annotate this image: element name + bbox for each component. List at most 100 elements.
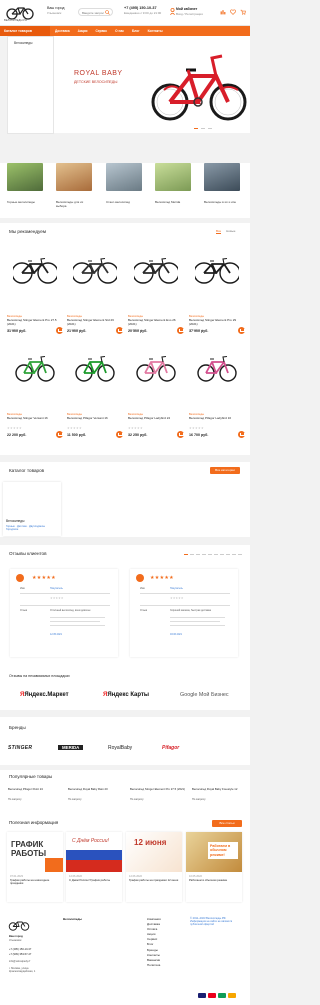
hero-dot-3[interactable] <box>208 128 212 129</box>
add-to-cart-button[interactable] <box>116 431 123 438</box>
footer-city[interactable]: Ульяновск <box>9 939 21 942</box>
product-name[interactable]: Велосипед Pifagor Ladybird 24 <box>128 417 184 425</box>
footer-logo-icon[interactable] <box>7 919 31 931</box>
hero-dot-1[interactable] <box>194 128 198 129</box>
category-image <box>7 163 43 191</box>
add-to-cart-button[interactable] <box>177 327 184 334</box>
nav-item-about[interactable]: О нас <box>115 29 124 33</box>
product-card[interactable]: Велосипеды Велосипед Pifagor Ladybird 24 ★… <box>128 349 184 438</box>
article-card[interactable]: Работаем в обычном режиме! 10.05.2022 Ра… <box>186 832 242 902</box>
nav-item-blog[interactable]: Блог <box>132 29 140 33</box>
tab-all[interactable]: Все <box>216 229 222 234</box>
add-to-cart-button[interactable] <box>56 431 63 438</box>
review-author[interactable]: Покупатель <box>50 587 63 590</box>
catalog-link[interactable]: Двухподвесы <box>29 525 45 528</box>
add-to-cart-button[interactable] <box>238 431 245 438</box>
hero-banner[interactable]: ROYAL BABY ДЕТСКИЕ ВЕЛОСИПЕДЫ <box>54 36 250 133</box>
nav-item-service[interactable]: Сервис <box>95 29 107 33</box>
rating-stars: ★★★★★ <box>7 426 22 430</box>
brand-merida[interactable]: MERIDA <box>58 745 84 750</box>
add-to-cart-button[interactable] <box>56 327 63 334</box>
article-card[interactable]: ГРАФИК РАБОТЫ 07.01.2023 График работы н… <box>7 832 63 902</box>
popular-price: По запросу <box>192 797 206 801</box>
product-card[interactable]: Велосипеды Велосипед Stinger Element Pro … <box>189 251 245 334</box>
product-card[interactable]: Велосипеды Велосипед Pifagor Versant 16 ★★… <box>67 349 123 438</box>
search-icon[interactable] <box>105 10 110 15</box>
product-name[interactable]: Велосипед Stinger Element Pro 29 (2021) <box>189 319 245 327</box>
review-author[interactable]: Покупатель <box>170 587 183 590</box>
category-tile[interactable]: Стант-велосипед <box>106 163 142 205</box>
text-line <box>170 621 220 622</box>
catalog-item-bikes[interactable]: Велосипеды <box>14 41 32 45</box>
hero-dot-2[interactable] <box>201 128 205 129</box>
reviews-dot[interactable] <box>232 554 236 555</box>
footer-phone-2[interactable]: +7 (909) 353-57-47 <box>9 953 31 956</box>
footer-col-title[interactable]: Велосипеды <box>63 917 82 922</box>
catalog-menu-button[interactable]: Каталог товаров <box>0 26 50 36</box>
footer-phone-1[interactable]: +7 (495) 150-10-37 <box>9 948 31 951</box>
reviews-dot[interactable] <box>226 554 230 555</box>
brand-stinger[interactable]: STINGER <box>8 745 32 751</box>
yandex-maps-logo[interactable]: ЯЯндекс Карты <box>103 692 149 698</box>
product-name[interactable]: Велосипед Stinger Element Std 26 (2021) <box>67 319 123 327</box>
search-input[interactable]: Введите запрос <box>78 8 113 16</box>
account-sub[interactable]: Вход / Регистрация <box>176 12 203 16</box>
nav-item-sales[interactable]: Акции <box>78 29 88 33</box>
brand-royalbaby[interactable]: RoyalBaby <box>108 745 132 751</box>
article-card[interactable]: С Днём России! 12.06.2022 С Днём России!… <box>66 832 122 902</box>
google-business-logo[interactable]: Google Мой Бизнес <box>180 692 229 698</box>
reviews-dot[interactable] <box>202 554 206 555</box>
nav-item-delivery[interactable]: Доставка <box>55 29 70 33</box>
product-name[interactable]: Велосипед Stinger Versant 16 <box>7 417 63 425</box>
catalog-link[interactable]: Детские <box>17 525 27 528</box>
product-name[interactable]: Велосипед Stinger Element Evo 26 (2021) <box>128 319 184 327</box>
phone-number[interactable]: +7 (495) 150-10-37 <box>124 6 157 10</box>
category-tile[interactable]: Велосипеды в их и ипе <box>204 163 240 205</box>
yandex-market-logo[interactable]: ЯЯндекс.Маркет <box>20 692 69 698</box>
reviews-dot[interactable] <box>238 554 242 555</box>
tab-new[interactable]: Новые <box>226 229 235 234</box>
all-categories-button[interactable]: Все категории <box>210 467 240 474</box>
product-card[interactable]: Велосипеды Велосипед Stinger Element Evo … <box>128 251 184 334</box>
popular-item[interactable]: Велосипед Stinger Element Pro 27.5 (2021… <box>130 787 186 800</box>
city-selector[interactable]: Ульяновск <box>47 11 61 15</box>
product-name[interactable]: Велосипед Pifagor Versant 16 <box>67 417 123 425</box>
catalog-card[interactable]: Велосипеды Горные · Детские · Двухподвес… <box>3 482 61 536</box>
product-card[interactable]: Велосипеды Велосипед Stinger Versant 16 ★★… <box>7 349 63 438</box>
account-link[interactable]: Мой кабинет <box>176 7 197 11</box>
product-card[interactable]: Велосипеды Велосипед Stinger Element Pro … <box>7 251 63 334</box>
product-name[interactable]: Велосипед Stinger Element Pro 27.5 (2021… <box>7 319 63 327</box>
reviews-dot[interactable] <box>208 554 212 555</box>
article-card[interactable]: 12 июня 12.06.2022 График работы на праз… <box>126 832 182 902</box>
popular-item[interactable]: Велосипед Royal Baby Freestyle 12 По запр… <box>192 787 248 801</box>
cart-icon[interactable] <box>240 9 246 15</box>
footer-email[interactable]: info@velosipedy.rf <box>9 960 30 963</box>
popular-item[interactable]: Велосипед Royal Baby Rain 20 По запросу <box>68 787 124 800</box>
reviews-dot[interactable] <box>184 554 188 555</box>
all-articles-button[interactable]: Все статьи <box>212 820 242 827</box>
product-name[interactable]: Велосипед Pifagor Ladybird 16 <box>189 417 245 425</box>
add-to-cart-button[interactable] <box>116 327 123 334</box>
review-card: ★★★★★ Имя Покупатель ★★★★★ Отзыв Отличны… <box>10 569 118 657</box>
reviews-dot[interactable] <box>214 554 218 555</box>
article-title: С Днём России! График работы <box>69 878 111 882</box>
brand-pifagor[interactable]: Pifagor <box>162 745 179 751</box>
catalog-link[interactable]: Городские <box>6 528 18 531</box>
reviews-dot[interactable] <box>196 554 200 555</box>
category-tile[interactable]: Велосипеды для их выбора <box>56 163 92 208</box>
category-tile[interactable]: Велосипед Merida <box>155 163 191 205</box>
search-placeholder: Введите запрос <box>82 10 104 15</box>
add-to-cart-button[interactable] <box>238 327 245 334</box>
nav-item-contacts[interactable]: Контакты <box>148 29 163 33</box>
footer-link[interactable]: Контакты <box>147 953 161 958</box>
popular-item[interactable]: Велосипед Pifagor Point 24 По запросу <box>8 787 64 800</box>
category-tile[interactable]: Горные велосипеды <box>7 163 43 205</box>
product-card[interactable]: Велосипеды Велосипед Stinger Element Std … <box>67 251 123 334</box>
footer-link[interactable]: Политика <box>147 963 161 968</box>
add-to-cart-button[interactable] <box>177 431 184 438</box>
reviews-dot[interactable] <box>220 554 224 555</box>
heart-icon[interactable] <box>230 9 236 15</box>
reviews-dot[interactable] <box>190 554 194 555</box>
product-card[interactable]: Велосипеды Велосипед Pifagor Ladybird 16 ★… <box>189 349 245 438</box>
compare-icon[interactable] <box>220 9 226 15</box>
